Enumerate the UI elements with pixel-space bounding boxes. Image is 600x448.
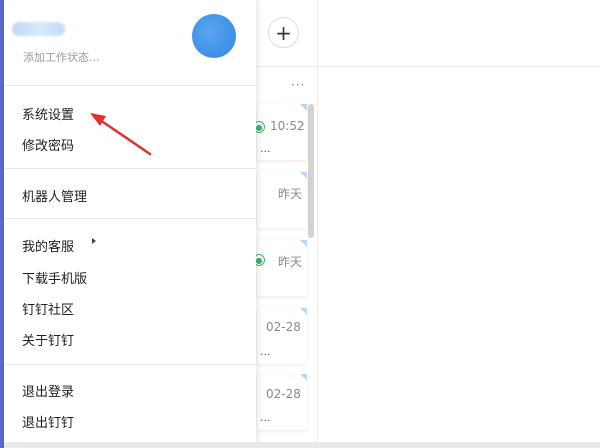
profile-dropdown-menu: 添加工作状态... 系统设置 修改密码 机器人管理 我的客服 下载手机版 钉钉社… [4,0,256,448]
user-name-blurred [12,22,65,36]
unread-corner-icon [300,374,307,381]
unread-corner-icon [300,172,307,179]
chat-preview: ... [260,345,271,358]
menu-item-robot-management[interactable]: 机器人管理 [22,186,87,205]
chat-time: 02-28 [266,320,301,334]
submenu-arrow-icon [92,238,96,244]
menu-item-my-support[interactable]: 我的客服 [22,236,74,255]
menu-item-about[interactable]: 关于钉钉 [22,330,74,349]
chat-list-scrollbar[interactable] [308,104,314,238]
header-divider [256,66,600,67]
chat-time: 昨天 [278,187,303,201]
unread-corner-icon [300,240,307,247]
menu-divider [4,218,256,219]
menu-item-download-mobile[interactable]: 下载手机版 [22,268,87,287]
avatar[interactable] [192,14,236,58]
menu-item-quit[interactable]: 退出钉钉 [22,412,74,431]
bottom-border [4,442,600,448]
menu-divider [4,364,256,365]
menu-item-system-settings[interactable]: 系统设置 [22,104,74,123]
unread-corner-icon [300,308,307,315]
menu-divider [4,168,256,169]
add-button[interactable]: + [268,17,299,48]
chat-time: 10:52 [270,119,305,133]
more-icon[interactable]: ··· [291,78,305,92]
unread-corner-icon [300,104,307,111]
chat-time: 02-28 [266,387,301,401]
menu-item-logout[interactable]: 退出登录 [22,381,74,400]
status-placeholder[interactable]: 添加工作状态... [23,49,100,65]
chat-preview: ... [260,142,271,155]
plus-icon: + [275,20,292,45]
menu-item-community[interactable]: 钉钉社区 [22,299,74,318]
chat-time: 昨天 [278,255,303,269]
menu-item-change-password[interactable]: 修改密码 [22,135,74,154]
menu-divider [4,85,256,86]
chat-preview: ... [260,411,271,424]
column-divider [317,0,318,448]
